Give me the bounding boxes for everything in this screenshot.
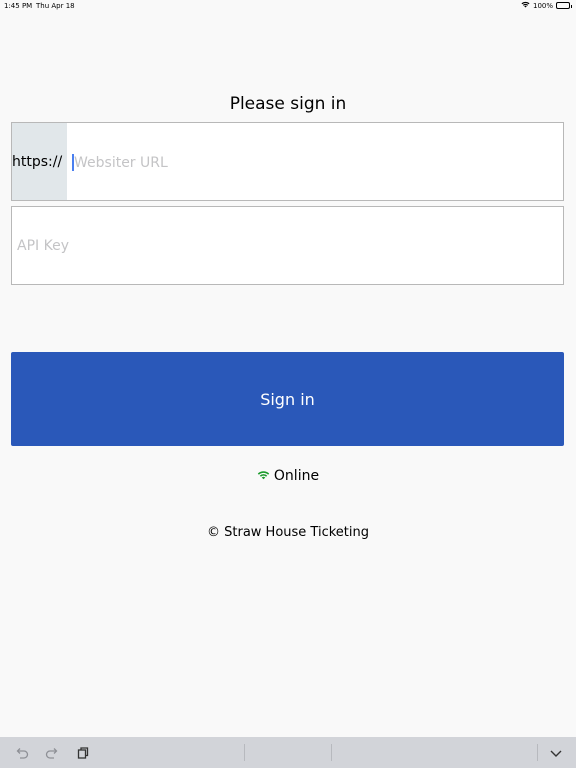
shortcut-divider xyxy=(244,744,245,761)
connection-status: Online xyxy=(0,468,576,484)
copyright: © Straw House Ticketing xyxy=(207,525,369,540)
battery-percent: 100% xyxy=(532,1,553,10)
undo-icon[interactable] xyxy=(14,745,30,761)
url-prefix: https:// xyxy=(12,154,63,170)
api-key-field[interactable]: API Key xyxy=(11,206,564,285)
status-time: 1:45 PM xyxy=(4,2,33,10)
page-title: Please sign in xyxy=(229,94,347,114)
shortcut-divider xyxy=(331,744,332,761)
sign-in-button[interactable]: Sign in xyxy=(11,352,564,446)
status-wifi-icon xyxy=(521,1,530,10)
paste-icon[interactable] xyxy=(75,745,91,761)
status-date: Thu Apr 18 xyxy=(36,2,75,10)
keyboard-shortcut-bar xyxy=(0,737,576,768)
redo-icon[interactable] xyxy=(44,745,60,761)
wifi-icon xyxy=(257,468,270,484)
shortcut-divider xyxy=(537,744,538,761)
status-bar: 1:45 PM Thu Apr 18 100% xyxy=(0,0,576,12)
chevron-down-icon[interactable] xyxy=(548,745,564,761)
status-right: 100% xyxy=(521,1,572,10)
website-url-field[interactable]: https:// Websiter URL xyxy=(11,122,564,201)
connection-status-label: Online xyxy=(273,468,320,484)
battery-icon xyxy=(556,2,572,9)
api-key-placeholder[interactable]: API Key xyxy=(17,238,69,254)
website-url-placeholder[interactable]: Websiter URL xyxy=(74,155,168,171)
